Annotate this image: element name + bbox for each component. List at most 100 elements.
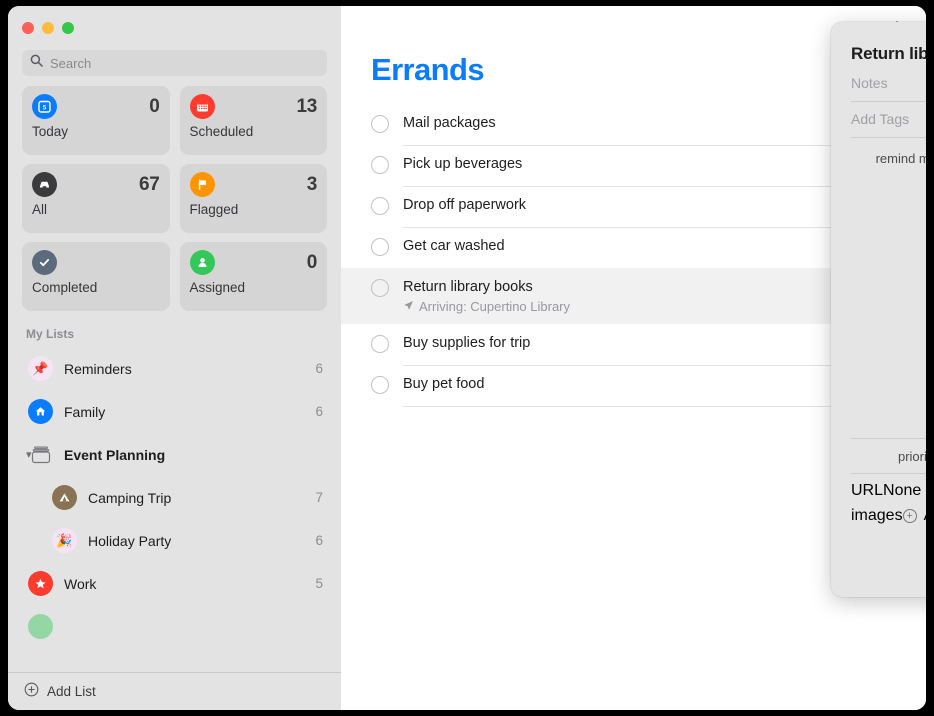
complete-checkbox[interactable] [371, 156, 389, 174]
images-label: images [851, 507, 903, 524]
search-container: Search [8, 50, 341, 86]
party-icon: 🎉 [52, 528, 77, 553]
smart-card-completed[interactable]: Completed [22, 242, 170, 311]
priority-label: priority [897, 448, 926, 464]
main-content: + Errands 7 Mail packages Pick up bevera… [341, 6, 926, 710]
smart-card-today[interactable]: 5 0 Today [22, 86, 170, 155]
add-image-button[interactable]: Add Image... [924, 507, 926, 525]
star-icon [28, 571, 53, 596]
tent-icon [52, 485, 77, 510]
reminder-subtitle: Arriving: Cupertino Library [419, 299, 571, 314]
notes-placeholder: Notes [851, 75, 888, 91]
remind-me-row: remind me On a Day ✓ At a Location Cuper… [851, 150, 926, 429]
svg-text:5: 5 [43, 105, 47, 111]
images-row[interactable]: images + Add Image... [851, 507, 926, 525]
sidebar-item-camping-trip[interactable]: Camping Trip 7 [8, 476, 341, 519]
smart-card-label: Today [32, 124, 69, 139]
sidebar-item-reminders[interactable]: 📌 Reminders 6 [8, 347, 341, 390]
inbox-icon [32, 172, 57, 197]
my-lists-header: My Lists [26, 327, 75, 341]
smart-lists-grid: 5 0 Today 13 Scheduled 67 All 3 Flagged … [8, 86, 341, 311]
sidebar-item-label: Reminders [64, 360, 132, 377]
person-icon [189, 250, 215, 275]
complete-checkbox[interactable] [371, 238, 389, 256]
smart-card-assigned[interactable]: 0 Assigned [179, 242, 327, 311]
sidebar-item-partial[interactable] [8, 605, 341, 648]
plus-circle-icon[interactable]: + [902, 509, 917, 523]
zoom-button[interactable] [62, 22, 74, 34]
sidebar-item-count: 6 [315, 361, 323, 376]
smart-card-scheduled[interactable]: 13 Scheduled [179, 86, 327, 155]
url-value: None [883, 482, 922, 499]
popover-title: Return library books [851, 44, 926, 63]
chevron-down-icon[interactable]: ▾ [26, 448, 32, 461]
complete-checkbox[interactable] [371, 197, 389, 215]
reminder-title: Get car washed [403, 238, 505, 254]
smart-card-label: Completed [32, 280, 98, 295]
smart-card-count: 0 [149, 95, 160, 117]
tags-field[interactable]: Add Tags [851, 102, 926, 138]
sidebar-item-count: 5 [315, 576, 323, 591]
smart-card-label: Scheduled [189, 124, 254, 139]
complete-checkbox[interactable] [371, 115, 389, 133]
sidebar-item-holiday-party[interactable]: 🎉 Holiday Party 6 [8, 519, 341, 562]
sidebar-item-label: Event Planning [64, 446, 166, 463]
reminder-detail-popover: Return library books Notes Add Tags remi… [831, 22, 926, 597]
sidebar-group-event-planning[interactable]: ▾ Event Planning [8, 433, 341, 476]
smart-card-label: Flagged [189, 202, 239, 217]
remind-me-label: remind me [875, 151, 926, 166]
party-glyph: 🎉 [56, 532, 73, 548]
minimize-button[interactable] [42, 22, 54, 34]
smart-card-all[interactable]: 67 All [22, 164, 170, 233]
location-arrow-icon [403, 299, 414, 314]
url-label: URL [851, 482, 884, 499]
priority-row[interactable]: priority None [851, 438, 926, 473]
my-lists-section: My Lists 📌 Reminders 6 Family 6 ▾ Event … [8, 327, 341, 710]
add-list-button[interactable]: Add List [8, 672, 341, 710]
reminder-title: Mail packages [403, 115, 496, 131]
sidebar-item-count: 6 [315, 404, 323, 419]
sidebar-item-count: 6 [315, 533, 323, 548]
complete-checkbox[interactable] [371, 279, 389, 297]
sidebar-item-label: Holiday Party [88, 532, 172, 549]
complete-checkbox[interactable] [371, 376, 389, 394]
smart-card-flagged[interactable]: 3 Flagged [179, 164, 327, 233]
sidebar-item-work[interactable]: Work 5 [8, 562, 341, 605]
search-input[interactable]: Search [22, 50, 327, 76]
url-row[interactable]: URL None [851, 482, 926, 500]
url-images-block: URL None images + Add Image... [851, 473, 926, 535]
smart-card-count: 67 [138, 173, 160, 195]
calendar-day-icon: 5 [32, 94, 57, 119]
sidebar-item-family[interactable]: Family 6 [8, 390, 341, 433]
search-icon [30, 54, 43, 72]
search-placeholder: Search [50, 55, 92, 71]
reminders-window: Search 5 0 Today 13 Scheduled 67 All 3 F… [8, 6, 926, 710]
smart-card-label: Assigned [189, 280, 246, 295]
calendar-icon [189, 94, 215, 119]
close-button[interactable] [22, 22, 34, 34]
sidebar-item-label: Camping Trip [88, 489, 172, 506]
reminder-subtitle-row: Arriving: Cupertino Library [403, 299, 570, 314]
page-title: Errands [371, 52, 485, 87]
reminder-title: Drop off paperwork [403, 197, 527, 213]
flag-icon [189, 172, 215, 197]
add-list-label: Add List [47, 684, 96, 699]
reminder-title: Return library books [403, 279, 533, 295]
circle-icon [28, 614, 53, 639]
reminder-title: Buy supplies for trip [403, 335, 531, 351]
sidebar-item-label: Work [64, 575, 97, 592]
checkmark-icon [32, 250, 57, 275]
tags-placeholder: Add Tags [851, 111, 910, 127]
plus-circle-icon [24, 682, 39, 702]
notes-field[interactable]: Notes [851, 65, 926, 102]
remind-me-section: remind me On a Day ✓ At a Location Cuper… [851, 138, 926, 429]
traffic-lights [8, 6, 341, 50]
reminder-title: Buy pet food [403, 376, 485, 392]
smart-card-count: 13 [296, 95, 317, 117]
screenshot-root: Search 5 0 Today 13 Scheduled 67 All 3 F… [0, 0, 934, 716]
complete-checkbox[interactable] [371, 335, 389, 353]
smart-card-label: All [32, 202, 48, 217]
smart-card-count: 3 [306, 173, 318, 195]
sidebar: Search 5 0 Today 13 Scheduled 67 All 3 F… [8, 6, 341, 710]
smart-card-count: 0 [306, 251, 318, 273]
